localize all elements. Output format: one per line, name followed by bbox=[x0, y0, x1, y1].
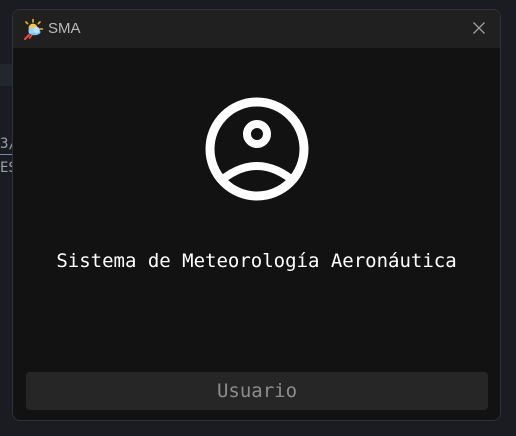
background-text-line-2: ES bbox=[0, 160, 12, 176]
user-circle-icon bbox=[204, 96, 310, 202]
background-text-underline bbox=[0, 154, 12, 155]
login-window: SMA Sistema de Meteorología Aeronáutica … bbox=[12, 9, 501, 421]
window-title: SMA bbox=[48, 20, 81, 37]
title-bar[interactable]: SMA bbox=[13, 10, 500, 48]
background-text-line-1: 3/ bbox=[0, 136, 12, 152]
user-button[interactable]: Usuario bbox=[26, 372, 488, 410]
background-window-strip bbox=[0, 64, 12, 86]
system-name-heading: Sistema de Meteorología Aeronáutica bbox=[56, 250, 457, 272]
weather-sun-cloud-icon bbox=[22, 18, 44, 41]
close-icon bbox=[472, 20, 486, 39]
close-button[interactable] bbox=[466, 16, 492, 42]
